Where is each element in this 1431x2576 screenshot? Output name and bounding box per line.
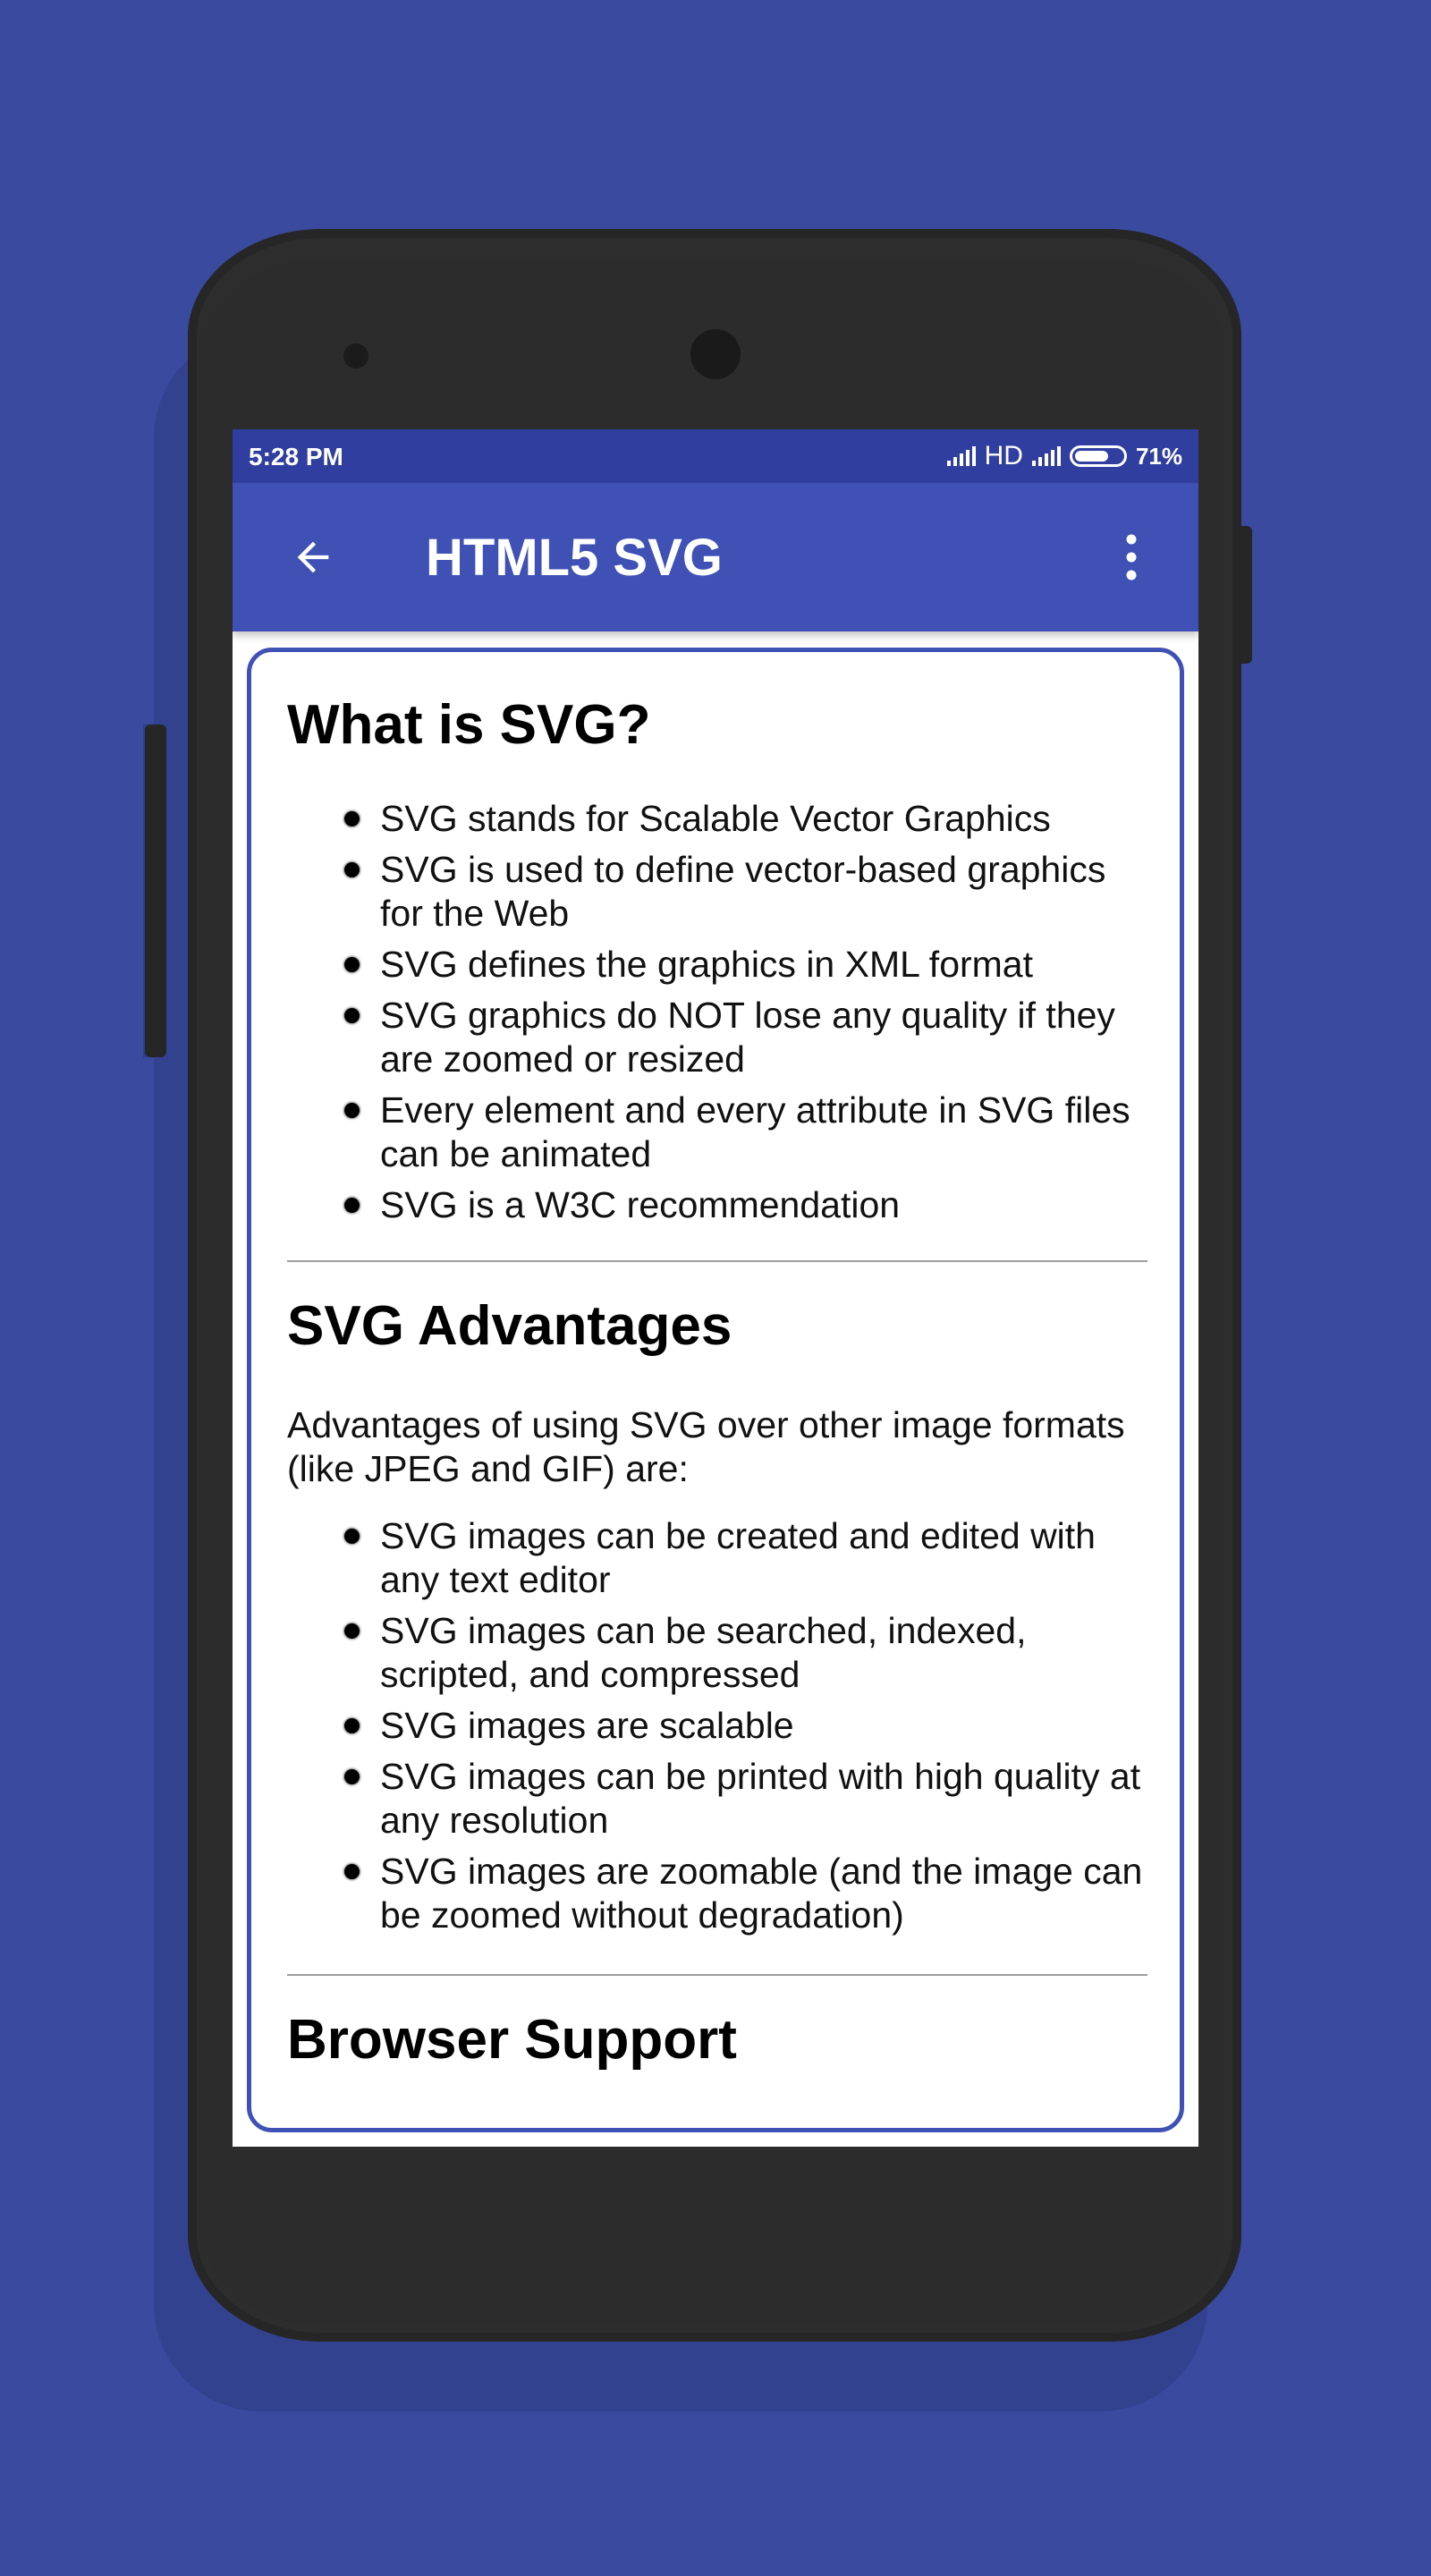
network-type-label: HD (984, 441, 1023, 470)
list-item: SVG stands for Scalable Vector Graphics (344, 797, 1147, 841)
section-divider (287, 1974, 1147, 1976)
phone-volume-key (145, 724, 166, 1057)
advantages-list: SVG images can be created and edited wit… (344, 1514, 1147, 1945)
advantages-intro: Advantages of using SVG over other image… (287, 1404, 1125, 1489)
list-item: SVG images are zoomable (and the image c… (344, 1850, 1147, 1937)
list-item: SVG is used to define vector-based graph… (344, 848, 1147, 936)
back-button[interactable] (277, 521, 349, 593)
section-divider (287, 1260, 1147, 1262)
battery-percent: 71% (1135, 442, 1182, 470)
content-card[interactable]: What is SVG? SVG stands for Scalable Vec… (247, 648, 1184, 2132)
list-item: SVG images can be searched, indexed, scr… (344, 1609, 1147, 1697)
phone-screen: 5:28 PM HD 71% HTML5 SVG What is SVG? SV… (233, 429, 1198, 2147)
list-item: SVG images can be printed with high qual… (344, 1755, 1147, 1843)
list-item: SVG is a W3C recommendation (344, 1183, 1147, 1227)
list-item: SVG images are scalable (344, 1704, 1147, 1748)
section-heading-browser-support: Browser Support (287, 2009, 737, 2071)
page-title: HTML5 SVG (426, 529, 723, 587)
overflow-menu-button[interactable] (1100, 521, 1163, 593)
more-vert-icon (1126, 534, 1137, 580)
status-bar: 5:28 PM HD 71% (233, 429, 1198, 483)
app-toolbar: HTML5 SVG (233, 483, 1198, 631)
arrow-left-icon (297, 541, 329, 573)
promo-background: 5:28 PM HD 71% HTML5 SVG What is SVG? SV… (0, 0, 1431, 2576)
what-is-svg-list: SVG stands for Scalable Vector Graphics … (344, 797, 1147, 1234)
phone-sensor-dot (343, 343, 368, 369)
list-item: SVG graphics do NOT lose any quality if … (344, 994, 1147, 1081)
status-time: 5:28 PM (249, 443, 343, 470)
list-item: SVG images can be created and edited wit… (344, 1514, 1147, 1602)
list-item: SVG defines the graphics in XML format (344, 943, 1147, 987)
battery-icon (1069, 445, 1127, 467)
section-heading-what-is-svg: What is SVG? (287, 694, 651, 756)
signal-icon (946, 446, 976, 466)
section-heading-svg-advantages: SVG Advantages (287, 1295, 732, 1357)
signal-icon-2 (1031, 446, 1061, 466)
battery-level (1074, 451, 1108, 462)
status-icons: HD 71% (946, 440, 1182, 472)
list-item: Every element and every attribute in SVG… (344, 1089, 1147, 1176)
phone-camera (690, 329, 741, 379)
